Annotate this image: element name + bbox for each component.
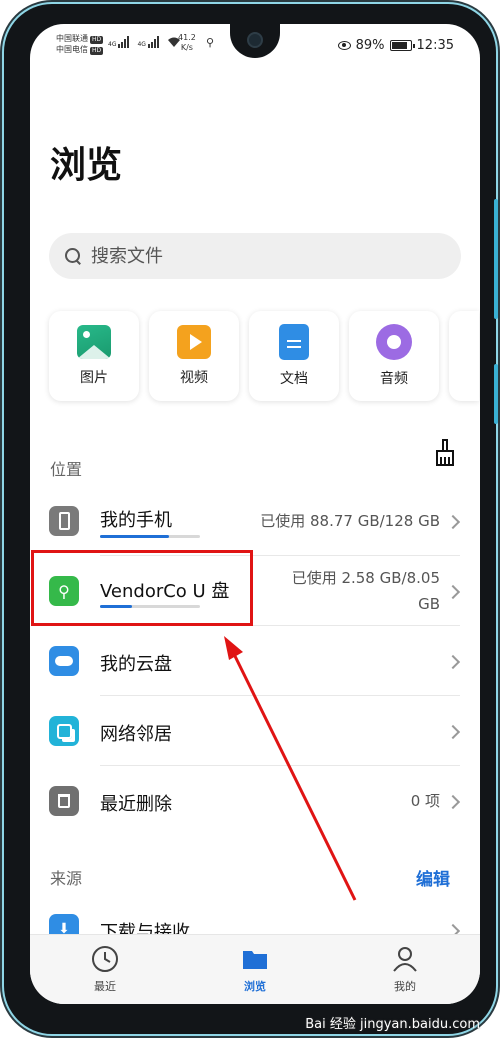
watermark: Bai 经验 jingyan.baidu.com <box>305 1017 480 1032</box>
annotation-arrow <box>224 636 357 901</box>
